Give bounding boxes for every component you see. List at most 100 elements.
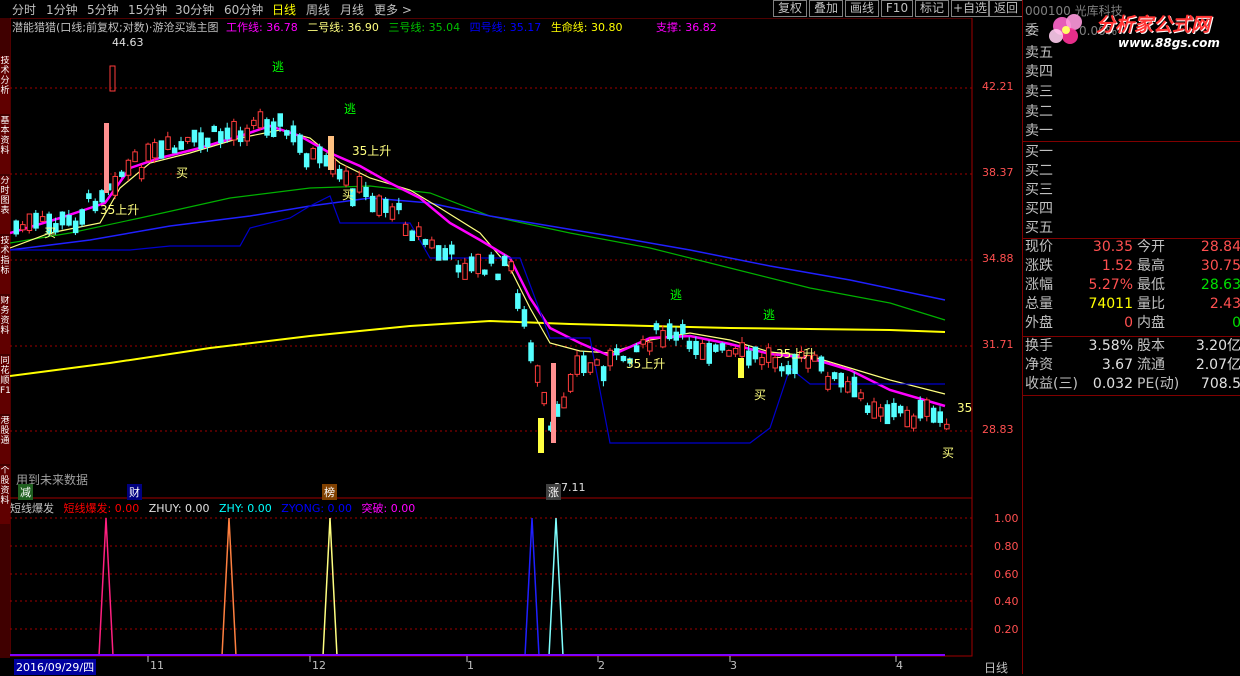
vtab-indicators[interactable]: 技术指标 <box>0 236 10 294</box>
candle-body <box>924 399 930 417</box>
candle-body <box>468 256 475 272</box>
overlay-button[interactable]: 叠加 <box>809 0 843 17</box>
restore-rights-button[interactable]: 复权 <box>773 0 807 17</box>
stat-value: 0 <box>1124 315 1133 331</box>
line4 <box>10 197 946 301</box>
draw-line-button[interactable]: 画线 <box>845 0 879 17</box>
candle-body <box>845 381 851 393</box>
indicator-spike <box>548 517 564 657</box>
ask-4: 卖四 <box>1025 64 1053 80</box>
stat-label: 换手 <box>1025 338 1053 354</box>
candle-body <box>521 309 528 327</box>
candle-body <box>706 342 712 364</box>
candle-body <box>191 129 198 143</box>
badge-rank[interactable]: 榜 <box>322 484 337 500</box>
sub-tick: 0.60 <box>994 568 1019 581</box>
stat-label: 股本 <box>1137 338 1165 354</box>
add-watchlist-button[interactable]: +自选 <box>951 0 989 17</box>
stat-label: 内盘 <box>1137 315 1165 331</box>
stat-value: 1.52 <box>1101 258 1133 274</box>
stat-value: 0 <box>1232 315 1240 331</box>
vtab-hk-connect[interactable]: 港股通 <box>0 416 10 464</box>
stat-label: 流通 <box>1137 357 1165 373</box>
tab-1min[interactable]: 1分钟 <box>46 1 78 18</box>
escape-signal: 逃 <box>272 60 285 74</box>
candle-body <box>26 213 33 232</box>
candle-body <box>416 226 422 237</box>
candle-body <box>858 392 864 400</box>
candle-body <box>317 146 323 164</box>
candle-body <box>125 159 132 176</box>
candle-body <box>119 171 125 177</box>
candle-body <box>402 223 409 236</box>
candle-body <box>343 170 349 186</box>
candle-body <box>92 200 99 212</box>
candle-body <box>528 342 534 362</box>
candle-body <box>574 355 580 375</box>
candle-body <box>541 391 547 405</box>
vtab-finance[interactable]: 财务资料 <box>0 296 10 354</box>
mark-button[interactable]: 标记 <box>915 0 949 17</box>
stat-label: 总量 <box>1025 296 1053 312</box>
badge-limit-up[interactable]: 涨 <box>546 484 561 500</box>
candle-body <box>515 293 521 309</box>
tab-60min[interactable]: 60分钟 <box>224 1 263 18</box>
line3 <box>10 185 946 321</box>
indicator-spike <box>524 517 540 657</box>
candle-body <box>752 346 759 360</box>
candle-body <box>303 153 310 168</box>
candle-body <box>686 340 693 350</box>
stat-label: PE(动) <box>1137 376 1180 392</box>
rise-signal: 35上升 <box>626 357 666 371</box>
kline-chart[interactable] <box>10 18 1022 674</box>
tab-5min[interactable]: 5分钟 <box>87 1 119 18</box>
candle-body <box>904 409 910 428</box>
candle-body <box>455 264 462 273</box>
candle-body <box>211 125 217 133</box>
vtab-stock-info[interactable]: 个股资料 <box>0 466 10 524</box>
legend-breakout: 突破: 0.00 <box>361 502 416 515</box>
vtab-time-chart[interactable]: 分时图表 <box>0 176 10 234</box>
vtab-f10[interactable]: 同花顺F10 <box>0 356 10 414</box>
buy-signal: 买 <box>342 188 355 202</box>
vtab-basic-info[interactable]: 基本资料 <box>0 116 10 174</box>
candle-body <box>653 323 660 331</box>
tab-30min[interactable]: 30分钟 <box>175 1 214 18</box>
badge-finance[interactable]: 财 <box>127 484 142 500</box>
divider <box>1023 141 1240 142</box>
rise-signal: 35上升 <box>352 144 392 158</box>
stat-value: 2.07亿 <box>1195 357 1240 373</box>
legend-line2: 二号线: 36.90 <box>307 21 379 34</box>
candle-body <box>937 411 943 423</box>
candle-body <box>666 323 673 340</box>
candle-body <box>884 404 891 425</box>
candle-body <box>389 206 396 220</box>
candle-body <box>244 127 250 142</box>
candle-body <box>673 331 679 341</box>
f10-button[interactable]: F10 <box>881 0 913 17</box>
stat-value: 3.20亿 <box>1195 338 1240 354</box>
candle-body <box>831 372 838 380</box>
candle-body <box>838 372 844 388</box>
tab-weekly[interactable]: 周线 <box>306 1 330 18</box>
main-indicator-legend: 潜能猎猎(口线;前复权;对数)·游沧买逃主图 工作线: 36.78 二号线: 3… <box>12 19 717 35</box>
vtab-tech-analysis[interactable]: 技术分析 <box>0 56 10 114</box>
stat-label: 外盘 <box>1025 315 1053 331</box>
tab-monthly[interactable]: 月线 <box>340 1 364 18</box>
candle-body <box>818 356 825 372</box>
candle-body <box>20 224 26 231</box>
bid-4: 买四 <box>1025 201 1053 217</box>
candle-body <box>699 342 706 360</box>
candle-body <box>409 230 415 242</box>
tab-daily[interactable]: 日线 <box>272 1 296 18</box>
back-button[interactable]: 返回 <box>989 0 1023 17</box>
sub-indicator-legend: 短线爆发 短线爆发: 0.00 ZHUY: 0.00 ZHY: 0.00 ZYO… <box>10 500 415 516</box>
candle-body <box>277 113 283 127</box>
ask-3: 卖三 <box>1025 84 1053 100</box>
tab-15min[interactable]: 15分钟 <box>128 1 167 18</box>
tab-timeshare[interactable]: 分时 <box>12 1 36 18</box>
legend-line4: 四号线: 35.17 <box>469 21 542 34</box>
candle-body <box>449 244 455 255</box>
tab-more[interactable]: 更多 > <box>374 1 412 18</box>
badge-reduce[interactable]: 减 <box>18 484 33 500</box>
